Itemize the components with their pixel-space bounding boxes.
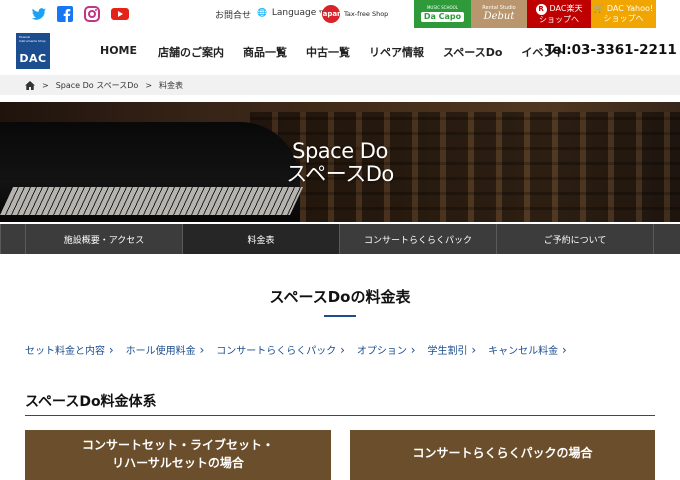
set-pricing-card-header: コンサートセット・ライブセット・ リハーサルセットの場合 (25, 430, 331, 480)
language-label: Language (271, 8, 317, 18)
pricing-system-heading: スペースDo料金体系 (25, 394, 157, 410)
debut-logo: Debut (483, 11, 515, 22)
rakuten-line2: ショップへ (539, 14, 579, 24)
concert-pack-card-header: コンサートらくらくパックの場合 (350, 430, 655, 480)
anchor-hall-fee[interactable]: ホール使用料金 (126, 342, 205, 357)
youtube-icon[interactable] (111, 6, 129, 22)
card2-title: コンサートらくらくパックの場合 (412, 446, 593, 460)
tab-label: 施設概要・アクセス (63, 235, 145, 246)
home-icon[interactable] (25, 80, 35, 90)
breadcrumb-item-space-do[interactable]: Space Do スペースDo (56, 80, 139, 91)
hero-banner: Space Do スペースDo (0, 102, 680, 222)
breadcrumb: > Space Do スペースDo > 料金表 (0, 75, 680, 95)
nav-store-info[interactable]: 店舗のご案内 (158, 44, 224, 60)
heading-divider (25, 415, 655, 416)
anchor-links: セット料金と内容 ホール使用料金 コンサートらくらくパック オプション 学生割引… (25, 342, 579, 357)
dacapo-logo: Da Capo (420, 12, 465, 22)
facebook-icon[interactable] (57, 6, 73, 22)
section-title: スペースDoの料金表 (269, 288, 411, 306)
tab-label: 料金表 (247, 235, 275, 246)
main-nav: HOME 店舗のご案内 商品一覧 中古一覧 リペア情報 スペースDo イベント (100, 44, 565, 60)
top-utility-bar: お問合せ Language ▼ Japan Tax-free Shop MUSI… (0, 0, 680, 28)
sub-nav-tabs: 施設概要・アクセス 料金表 コンサートらくらくパック ご予約について (0, 224, 680, 254)
breadcrumb-item-current: 料金表 (159, 80, 184, 90)
rakuten-line1: DAC楽天 (549, 4, 583, 14)
tab-label: コンサートらくらくパック (363, 235, 472, 246)
tax-free-shop-badge[interactable]: Japan Tax-free Shop (320, 3, 414, 25)
tax-free-mark: Japan (320, 5, 342, 23)
logo-text: DAC (19, 52, 47, 65)
rakuten-icon: R (535, 3, 547, 15)
tab-label: ご予約について (543, 235, 607, 246)
nav-repair[interactable]: リペア情報 (369, 44, 424, 60)
cart-icon: 🛒 (593, 4, 604, 14)
dacapo-school-banner[interactable]: MUSIC SCHOOL Da Capo (414, 0, 471, 28)
yahoo-line2: ショップへ (603, 14, 644, 23)
card1-line2: リハーサルセットの場合 (112, 456, 244, 470)
anchor-options[interactable]: オプション (357, 342, 416, 357)
anchor-concert-pack[interactable]: コンサートらくらくパック (216, 342, 345, 357)
hero-title-ja: スペースDo (286, 162, 394, 186)
inquiry-link[interactable]: お問合せ (215, 8, 251, 21)
nav-products[interactable]: 商品一覧 (243, 44, 287, 60)
nav-space-do[interactable]: スペースDo (443, 44, 502, 60)
nav-used[interactable]: 中古一覧 (306, 44, 350, 60)
instagram-icon[interactable] (84, 6, 100, 22)
tab-concert-pack[interactable]: コンサートらくらくパック (339, 224, 496, 254)
section-title-underline (324, 315, 356, 317)
phone-number[interactable]: Tel:03-3361-2211 (545, 42, 677, 58)
anchor-set-price[interactable]: セット料金と内容 (25, 342, 114, 357)
anchor-cancellation[interactable]: キャンセル料金 (488, 342, 567, 357)
card1-line1: コンサートセット・ライブセット・ (81, 438, 274, 452)
nav-home[interactable]: HOME (100, 44, 137, 60)
tax-free-label: Tax-free Shop (344, 10, 389, 18)
breadcrumb-separator: > (145, 80, 153, 90)
tab-reservation[interactable]: ご予約について (496, 224, 653, 254)
twitter-icon[interactable] (31, 6, 47, 22)
hero-title: Space Do スペースDo (0, 140, 680, 186)
language-selector[interactable]: Language ▼ (257, 8, 325, 18)
yahoo-line1: DAC Yahoo! (606, 4, 654, 14)
anchor-student-discount[interactable]: 学生割引 (428, 342, 477, 357)
yahoo-shop-banner[interactable]: 🛒 DAC Yahoo! ショップへ (591, 0, 656, 28)
tab-facility-access[interactable]: 施設概要・アクセス (25, 224, 182, 254)
dacapo-sub: MUSIC SCHOOL (426, 5, 459, 11)
rakuten-shop-banner[interactable]: R DAC楽天 ショップへ (527, 0, 591, 28)
debut-studio-banner[interactable]: Rental Studio Debut (471, 0, 527, 28)
logo-subtitle: Musical Instruments Shop (19, 35, 46, 43)
tab-pricing[interactable]: 料金表 (182, 224, 339, 254)
breadcrumb-separator: > (42, 80, 49, 90)
hero-title-en: Space Do (292, 139, 388, 163)
site-header: Musical Instruments Shop DAC HOME 店舗のご案内… (0, 28, 680, 75)
dac-logo[interactable]: Musical Instruments Shop DAC (16, 33, 50, 69)
